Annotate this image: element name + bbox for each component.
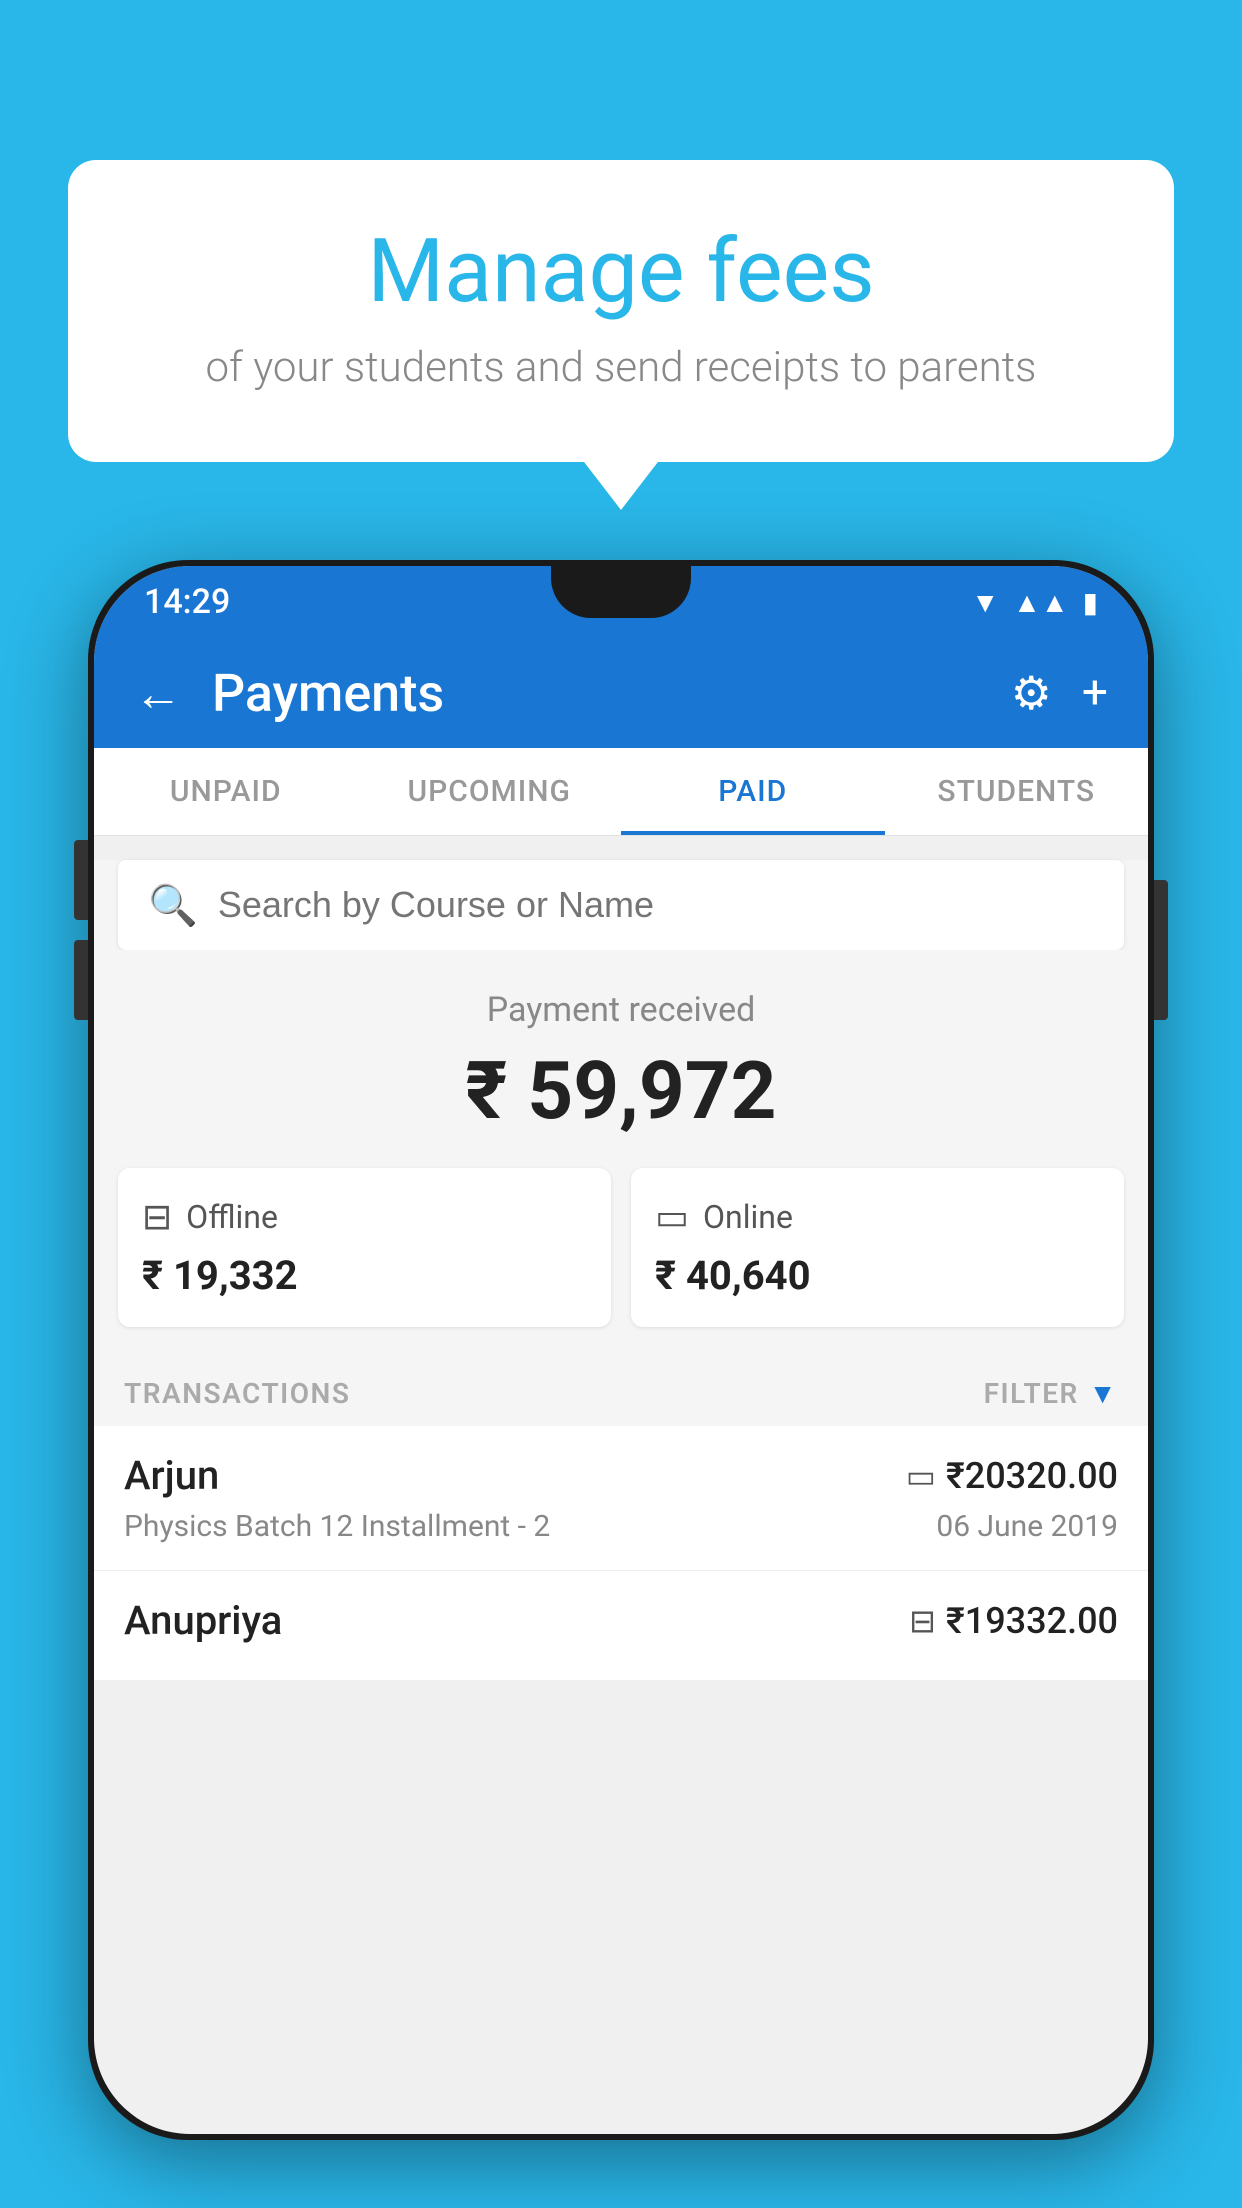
filter-label: FILTER: [984, 1377, 1079, 1410]
tx-amount: ⊟ ₹19332.00: [909, 1600, 1118, 1642]
payment-received-section: Payment received ₹ 59,972: [94, 950, 1148, 1168]
transaction-row-top: Anupriya ⊟ ₹19332.00: [124, 1597, 1118, 1644]
phone-screen: 14:29 ▼ ▲▲ ▮ ← Payments ⚙ + UNPAID: [94, 566, 1148, 2134]
status-bar: 14:29 ▼ ▲▲ ▮: [94, 566, 1148, 638]
status-icons: ▼ ▲▲ ▮: [971, 586, 1098, 619]
online-payment-icon: ▭: [655, 1196, 689, 1238]
app-bar-actions: ⚙ +: [1011, 666, 1108, 721]
student-name: Arjun: [124, 1452, 219, 1499]
payment-cards: ⊟ Offline ₹ 19,332 ▭ Online ₹ 40,640: [94, 1168, 1148, 1357]
offline-amount: ₹ 19,332: [142, 1252, 587, 1299]
online-card-header: ▭ Online: [655, 1196, 1100, 1238]
offline-label: Offline: [186, 1198, 278, 1236]
online-payment-card: ▭ Online ₹ 40,640: [631, 1168, 1124, 1327]
filter-icon: ▼: [1089, 1377, 1118, 1410]
back-button[interactable]: ←: [134, 665, 182, 722]
transactions-header: TRANSACTIONS FILTER ▼: [94, 1357, 1148, 1426]
app-bar-title: Payments: [212, 663, 981, 724]
side-button-vol-up: [74, 840, 88, 920]
transaction-row[interactable]: Anupriya ⊟ ₹19332.00: [94, 1571, 1148, 1681]
status-time: 14:29: [144, 582, 230, 622]
tab-upcoming[interactable]: UPCOMING: [358, 748, 622, 835]
tx-date: 06 June 2019: [936, 1509, 1118, 1544]
battery-icon: ▮: [1083, 586, 1098, 619]
card-pay-icon: ▭: [906, 1457, 936, 1495]
wifi-icon: ▼: [971, 586, 999, 619]
speech-bubble: Manage fees of your students and send re…: [68, 160, 1174, 462]
offline-pay-icon: ⊟: [909, 1602, 936, 1640]
student-name: Anupriya: [124, 1597, 282, 1644]
signal-icon: ▲▲: [1013, 586, 1068, 619]
online-label: Online: [703, 1198, 793, 1236]
search-icon: 🔍: [148, 882, 198, 929]
tab-paid[interactable]: PAID: [621, 748, 885, 835]
offline-payment-icon: ⊟: [142, 1196, 172, 1238]
payment-received-label: Payment received: [124, 990, 1118, 1030]
phone-outer: 14:29 ▼ ▲▲ ▮ ← Payments ⚙ + UNPAID: [88, 560, 1154, 2140]
side-button-vol-down: [74, 940, 88, 1020]
main-content: 🔍 Payment received ₹ 59,972 ⊟ Offline: [94, 860, 1148, 1681]
app-bar: ← Payments ⚙ +: [94, 638, 1148, 748]
tab-unpaid[interactable]: UNPAID: [94, 748, 358, 835]
add-icon[interactable]: +: [1082, 666, 1108, 720]
transaction-row-top: Arjun ▭ ₹20320.00: [124, 1452, 1118, 1499]
online-amount: ₹ 40,640: [655, 1252, 1100, 1299]
speech-bubble-subtitle: of your students and send receipts to pa…: [118, 343, 1124, 392]
tab-students[interactable]: STUDENTS: [885, 748, 1149, 835]
transactions-label: TRANSACTIONS: [124, 1377, 350, 1410]
search-input[interactable]: [218, 884, 1094, 926]
phone-wrap: 14:29 ▼ ▲▲ ▮ ← Payments ⚙ + UNPAID: [88, 560, 1154, 2208]
filter-button[interactable]: FILTER ▼: [984, 1377, 1118, 1410]
notch: [551, 566, 691, 618]
transaction-row-bottom: Physics Batch 12 Installment - 2 06 June…: [124, 1509, 1118, 1544]
course-info: Physics Batch 12 Installment - 2: [124, 1509, 550, 1544]
side-button-power: [1154, 880, 1168, 1020]
transaction-row[interactable]: Arjun ▭ ₹20320.00 Physics Batch 12 Insta…: [94, 1426, 1148, 1571]
offline-card-header: ⊟ Offline: [142, 1196, 587, 1238]
speech-bubble-title: Manage fees: [118, 220, 1124, 323]
tx-amount: ▭ ₹20320.00: [906, 1455, 1118, 1497]
tabs-container: UNPAID UPCOMING PAID STUDENTS: [94, 748, 1148, 836]
payment-total-amount: ₹ 59,972: [124, 1044, 1118, 1138]
offline-payment-card: ⊟ Offline ₹ 19,332: [118, 1168, 611, 1327]
gear-icon[interactable]: ⚙: [1011, 666, 1052, 721]
search-bar[interactable]: 🔍: [118, 860, 1124, 950]
